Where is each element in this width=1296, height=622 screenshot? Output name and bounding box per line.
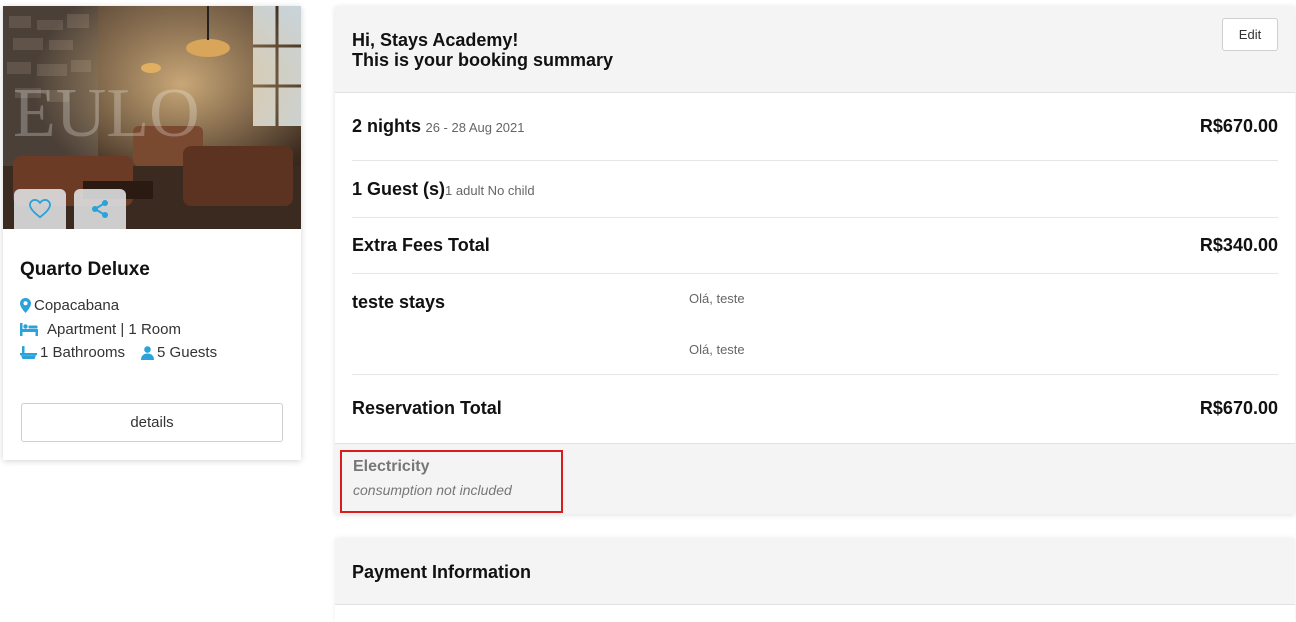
map-pin-icon [20, 298, 31, 314]
edit-button[interactable]: Edit [1222, 18, 1278, 51]
listing-meta: Copacabana Apartment | 1 Room 1 Bathroom… [20, 294, 284, 365]
nights-amount: R$670.00 [1199, 116, 1278, 136]
reservation-total-label: Reservation Total [352, 397, 502, 418]
details-button[interactable]: details [21, 403, 283, 442]
listing-info: Quarto Deluxe Copacabana Apartment | 1 R… [3, 259, 301, 365]
electricity-note: consumption not included [353, 482, 512, 498]
extra-fee-name: teste stays [352, 292, 446, 312]
extra-fees-amount: R$340.00 [1199, 235, 1278, 255]
booking-summary-panel: Hi, Stays Academy! This is your booking … [335, 6, 1295, 514]
guests-row: 1 Guest (s)1 adult No child [352, 161, 1278, 218]
electricity-title: Electricity [353, 458, 430, 475]
summary-header: Hi, Stays Academy! This is your booking … [335, 6, 1295, 93]
nights-label: 2 nights [352, 116, 422, 136]
capacity-row: 1 Bathrooms 5 Guests [20, 341, 284, 365]
reservation-total-amount: R$670.00 [1199, 397, 1278, 418]
location-row: Copacabana [20, 294, 284, 318]
location-text: Copacabana [34, 297, 120, 314]
user-icon [141, 345, 155, 360]
heart-icon [29, 199, 51, 219]
listing-card: EULO Quarto Deluxe Copacabana Apartment … [3, 6, 301, 460]
guests-label: 1 Guest (s) [352, 178, 446, 199]
bed-icon [20, 322, 38, 336]
electricity-notice: Electricity consumption not included [335, 443, 1295, 514]
summary-title: Hi, Stays Academy! This is your booking … [352, 30, 1278, 70]
share-icon [92, 200, 108, 218]
summary-subtitle: This is your booking summary [352, 50, 614, 70]
extra-fee-note: Olá, teste [689, 291, 745, 306]
extra-fees-row: Extra Fees Total R$340.00 [352, 218, 1278, 274]
reservation-total-row: Reservation Total R$670.00 [352, 375, 1278, 441]
bathtub-icon [20, 345, 37, 360]
electricity-highlight-box: Electricity consumption not included [340, 450, 563, 513]
favorite-button[interactable] [14, 189, 66, 229]
listing-photo[interactable]: EULO [3, 6, 301, 229]
extra-fee-note: Olá, teste [689, 342, 745, 357]
payment-title: Payment Information [335, 539, 1295, 605]
nights-row: 2 nights 26 - 28 Aug 2021 R$670.00 [352, 93, 1278, 161]
payment-body [335, 605, 1295, 622]
guests-detail: 1 adult No child [445, 182, 535, 198]
svg-text:EULO: EULO [13, 75, 200, 152]
listing-title: Quarto Deluxe [20, 259, 150, 280]
payment-information-panel: Payment Information [335, 539, 1295, 622]
type-text: Apartment | 1 Room [47, 320, 181, 338]
guests-text: 5 Guests [157, 344, 218, 361]
extra-fees-label: Extra Fees Total [352, 235, 490, 255]
extra-fee-item-row: teste stays Olá, teste Olá, teste [352, 274, 1278, 375]
nights-dates: 26 - 28 Aug 2021 [425, 120, 525, 135]
booking-page: EULO Quarto Deluxe Copacabana Apartment … [0, 0, 1296, 622]
bathrooms-text: 1 Bathrooms [40, 344, 126, 361]
summary-rows: 2 nights 26 - 28 Aug 2021 R$670.00 1 Gue… [335, 93, 1295, 441]
type-row: Apartment | 1 Room [20, 318, 284, 342]
share-button[interactable] [74, 189, 126, 229]
greeting-text: Hi, Stays Academy! [352, 30, 519, 50]
